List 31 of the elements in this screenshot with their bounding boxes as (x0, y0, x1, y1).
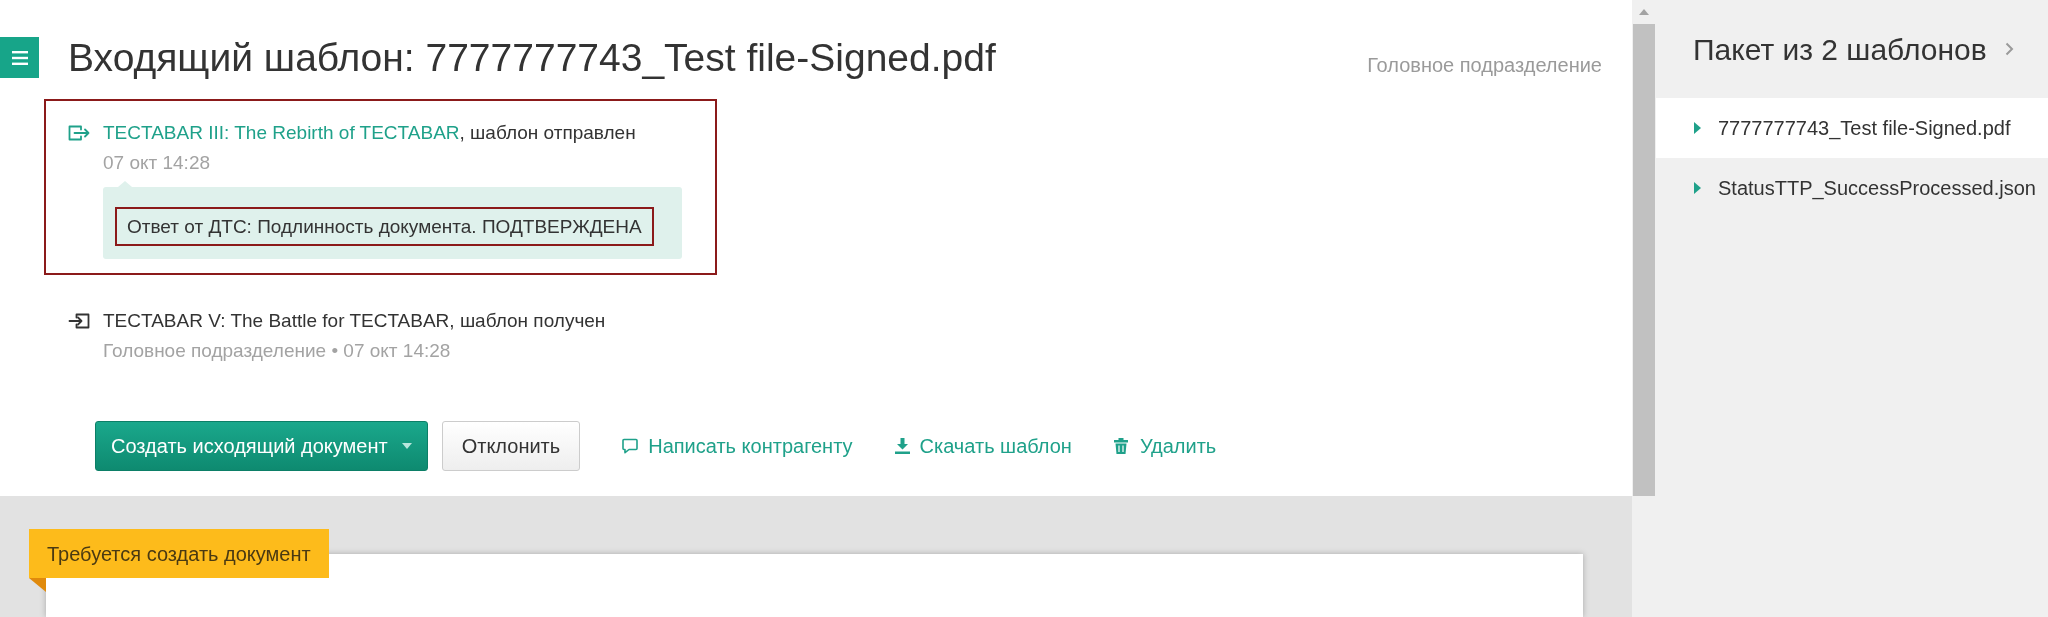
file-name: StatusTTP_SuccessProcessed.json (1718, 176, 2036, 202)
triangle-right-icon (1694, 182, 1701, 194)
scrollbar-thumb[interactable] (1633, 24, 1655, 496)
event-meta: Головное подразделение • 07 окт 14:28 (103, 339, 451, 363)
download-icon (894, 438, 910, 454)
menu-button[interactable] (0, 37, 39, 78)
speech-bubble-icon (622, 438, 639, 454)
file-name: 7777777743_Test file-Signed.pdf (1718, 116, 2011, 142)
sender-link[interactable]: TECTABAR III: The Rebirth of TECTABAR (103, 122, 460, 143)
event-title: TECTABAR V: The Battle for TECTABAR, шаблон получен (103, 309, 606, 333)
trash-icon (1113, 438, 1128, 454)
write-message-link[interactable]: Написать контрагенту (622, 431, 853, 461)
reply-message: Ответ от ДТС: Подлинность документа. ПОДТВЕРЖДЕНА (115, 207, 654, 246)
event-title: TECTABAR III: The Rebirth of TECTABAR, шаблон отправлен (103, 121, 637, 145)
create-document-button[interactable]: Создать исходящий документ (95, 421, 428, 471)
package-title: Пакет из 2 шаблонов (1693, 31, 1987, 68)
event-meta: 07 окт 14:28 (103, 151, 211, 175)
reject-button[interactable]: Отклонить (441, 421, 581, 471)
menu-icon (11, 50, 28, 65)
arrow-out-of-box-icon (68, 125, 90, 141)
delete-link[interactable]: Удалить (1113, 431, 1217, 461)
chevron-right-icon[interactable] (2004, 42, 2014, 56)
scroll-up-icon[interactable] (1639, 9, 1649, 15)
status-ribbon: Требуется создать документ (29, 529, 329, 578)
page-title: Входящий шаблон: 7777777743_Test file-Signed.pdf (68, 36, 996, 80)
arrow-into-box-icon (68, 313, 90, 329)
download-link[interactable]: Скачать шаблон (894, 431, 1072, 461)
triangle-right-icon (1694, 122, 1701, 134)
department-label: Головное подразделение (1367, 53, 1602, 77)
file-list-item[interactable]: 7777777743_Test file-Signed.pdf (1656, 98, 2048, 158)
ribbon-fold-icon (29, 578, 46, 592)
